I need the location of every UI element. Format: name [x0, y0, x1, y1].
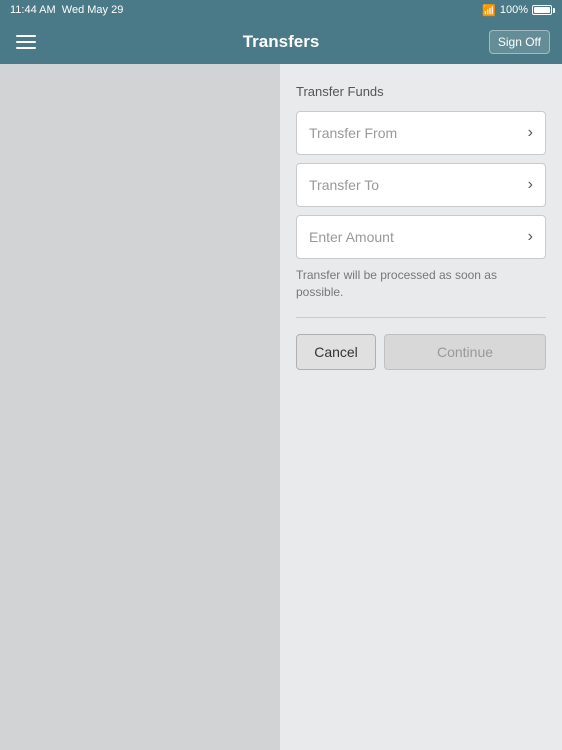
info-text: Transfer will be processed as soon as po…: [296, 267, 546, 301]
chevron-right-icon: ›: [528, 124, 533, 142]
continue-button: Continue: [384, 334, 546, 370]
transfer-to-label: Transfer To: [309, 177, 379, 193]
status-indicators: 📶 100%: [482, 4, 552, 17]
section-title: Transfer Funds: [296, 84, 546, 99]
status-time-date: 11:44 AM Wed May 29: [10, 4, 123, 16]
page-title: Transfers: [243, 32, 320, 52]
sign-off-button[interactable]: Sign Off: [489, 30, 550, 54]
transfer-from-field[interactable]: Transfer From ›: [296, 111, 546, 155]
cancel-button[interactable]: Cancel: [296, 334, 376, 370]
main-layout: Transfer Funds Transfer From › Transfer …: [0, 64, 562, 750]
app-header: Transfers Sign Off: [0, 20, 562, 64]
enter-amount-label: Enter Amount: [309, 229, 394, 245]
content-panel: Transfer Funds Transfer From › Transfer …: [280, 64, 562, 750]
wifi-icon: 📶: [482, 4, 496, 17]
action-buttons: Cancel Continue: [296, 334, 546, 370]
menu-button[interactable]: [12, 31, 40, 53]
status-bar: 11:44 AM Wed May 29 📶 100%: [0, 0, 562, 20]
battery-percent: 100%: [500, 4, 528, 16]
chevron-right-icon: ›: [528, 228, 533, 246]
transfer-from-label: Transfer From: [309, 125, 397, 141]
divider: [296, 317, 546, 318]
battery-icon: [532, 5, 552, 15]
chevron-right-icon: ›: [528, 176, 533, 194]
enter-amount-field[interactable]: Enter Amount ›: [296, 215, 546, 259]
sidebar-area: [0, 64, 280, 750]
transfer-to-field[interactable]: Transfer To ›: [296, 163, 546, 207]
